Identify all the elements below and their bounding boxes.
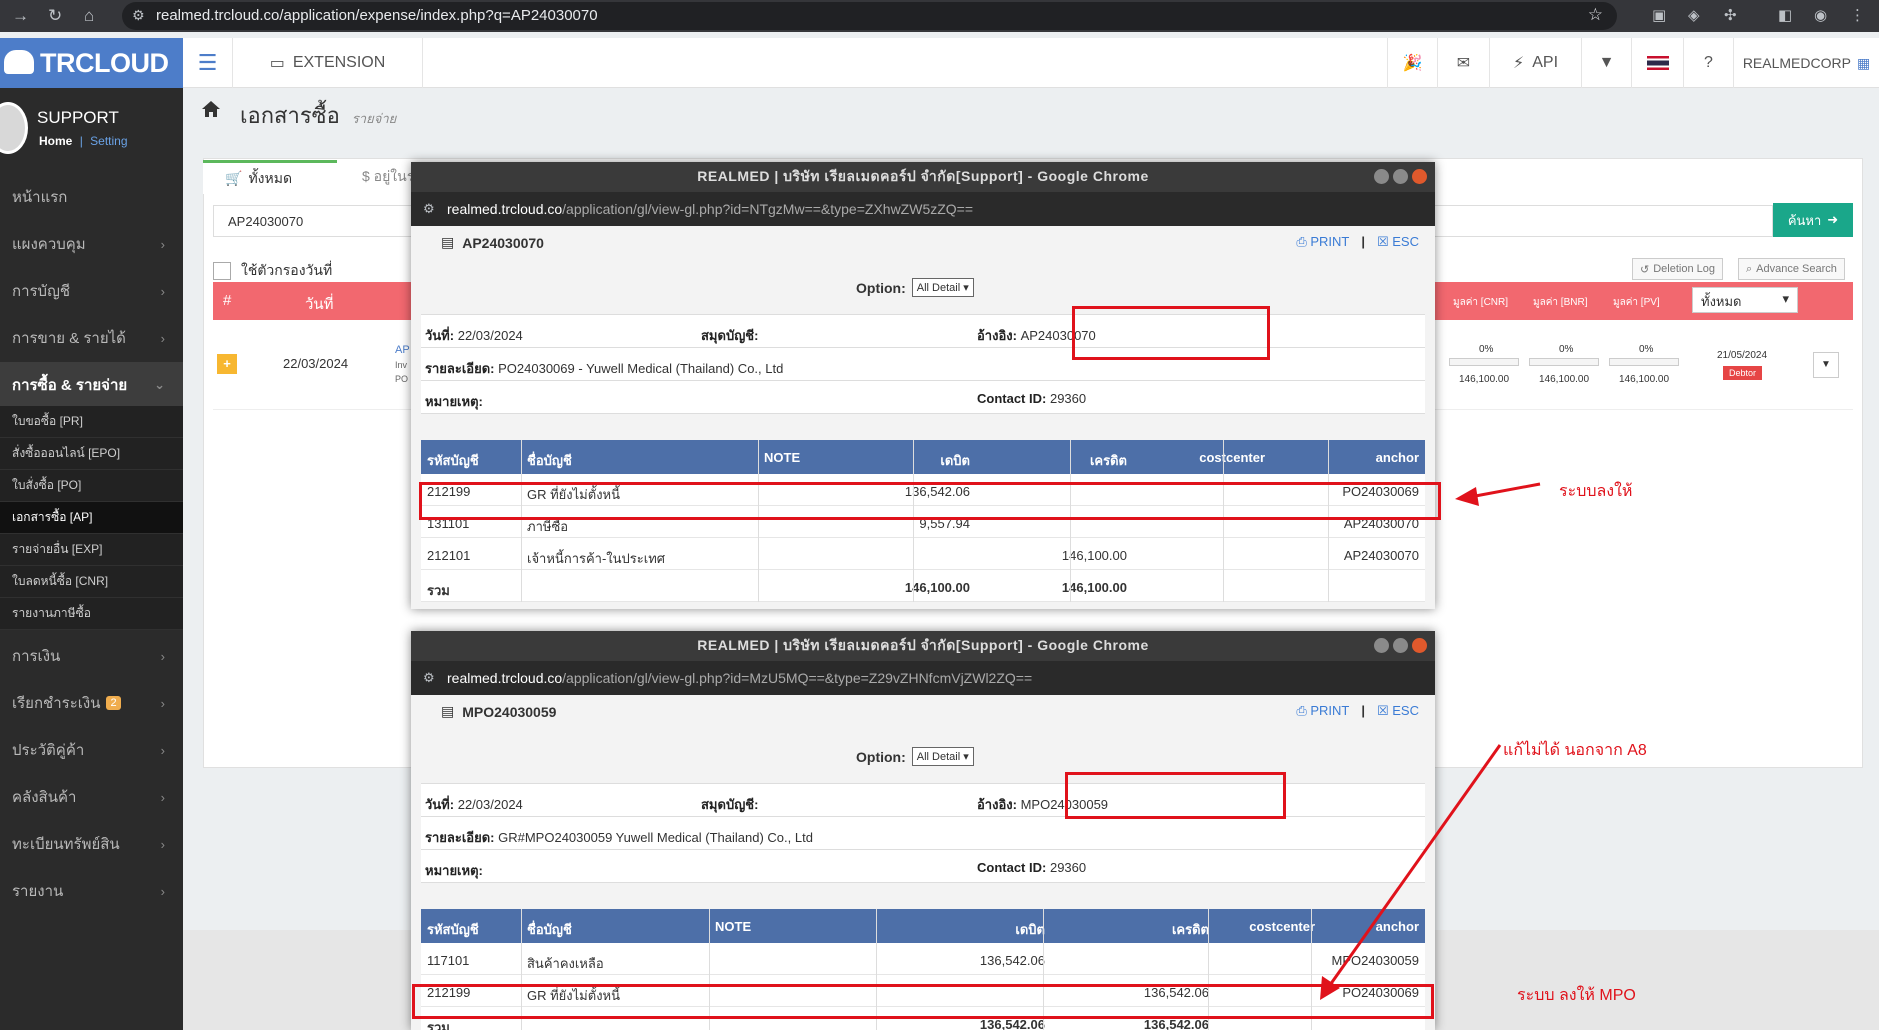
arrow-line	[1328, 744, 1502, 986]
annotation-note-3: ระบบ ลงให้ MPO	[1517, 987, 1636, 1004]
annotation-arrows	[1320, 482, 1541, 1000]
arrow-head	[1455, 487, 1479, 506]
arrow-head	[1320, 976, 1340, 1000]
annotation-note-1: ระบบลงให้	[1559, 483, 1633, 500]
arrow-line	[1469, 482, 1541, 499]
annotation-note-2: แก้ไม่ได้ นอกจาก A8	[1503, 742, 1647, 759]
